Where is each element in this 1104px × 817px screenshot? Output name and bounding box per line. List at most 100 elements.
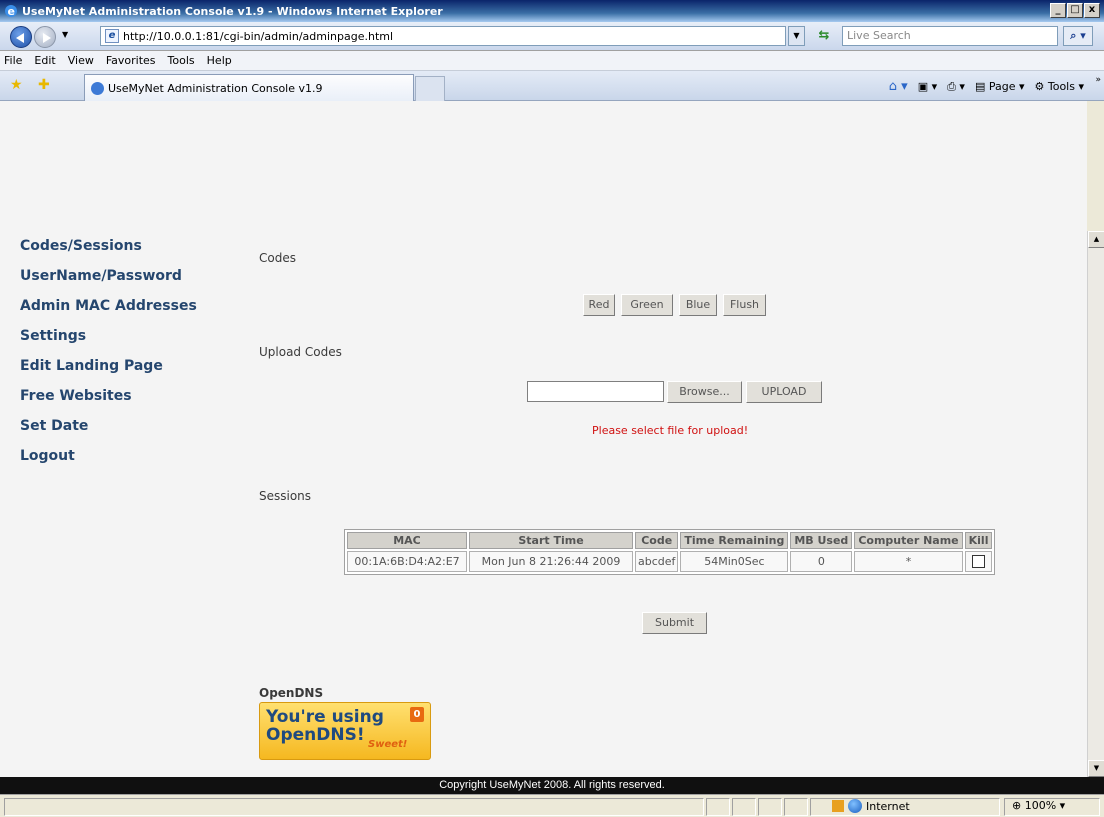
minimize-button[interactable]: _ bbox=[1050, 3, 1066, 18]
page-icon: e bbox=[105, 29, 119, 43]
chevron-more-icon[interactable]: » bbox=[1095, 75, 1101, 85]
upload-codes-title: Upload Codes bbox=[259, 345, 342, 359]
opendns-badge-line2: OpenDNS! bbox=[266, 725, 365, 745]
page-footer: Copyright UseMyNet 2008. All rights rese… bbox=[0, 777, 1104, 794]
page-content bbox=[0, 101, 1087, 777]
favorites-star-icon[interactable]: ★ bbox=[10, 77, 23, 93]
column-header-time-remaining: Time Remaining bbox=[680, 532, 789, 549]
feeds-icon[interactable]: ▣ ▾ bbox=[918, 80, 937, 93]
address-toolbar: ▼ e http://10.0.0.1:81/cgi-bin/admin/adm… bbox=[0, 22, 1104, 51]
forward-arrow-icon bbox=[43, 33, 51, 43]
cell-code: abcdef bbox=[635, 551, 679, 572]
menu-bar: File Edit View Favorites Tools Help bbox=[0, 51, 1104, 71]
recent-pages-dropdown-icon[interactable]: ▼ bbox=[62, 30, 68, 39]
menu-edit[interactable]: Edit bbox=[28, 54, 61, 67]
search-input[interactable]: Live Search bbox=[842, 26, 1058, 46]
window-title: UseMyNet Administration Console v1.9 - W… bbox=[22, 4, 443, 18]
svg-text:e: e bbox=[8, 5, 15, 18]
tab-ie-icon bbox=[91, 81, 104, 95]
sessions-table: MAC Start Time Code Time Remaining MB Us… bbox=[344, 529, 996, 575]
red-button[interactable]: Red bbox=[583, 294, 615, 316]
address-dropdown-button[interactable]: ▼ bbox=[788, 26, 805, 46]
upload-message: Please select file for upload! bbox=[592, 424, 749, 437]
status-text-panel bbox=[4, 798, 704, 816]
submit-button[interactable]: Submit bbox=[642, 612, 707, 634]
internet-globe-icon bbox=[848, 799, 862, 813]
column-header-start-time: Start Time bbox=[469, 532, 633, 549]
zone-label: Internet bbox=[866, 799, 910, 813]
kill-checkbox[interactable] bbox=[972, 555, 986, 569]
cell-mb-used: 0 bbox=[790, 551, 853, 572]
address-field[interactable]: e http://10.0.0.1:81/cgi-bin/admin/admin… bbox=[100, 26, 786, 46]
security-zone: Internet bbox=[832, 799, 910, 813]
ie-logo-icon: e bbox=[5, 5, 17, 18]
tools-menu[interactable]: ⚙ Tools ▾ bbox=[1035, 80, 1085, 93]
scroll-up-icon[interactable]: ▲ bbox=[1088, 231, 1104, 248]
sidebar-item-admin-mac-addresses[interactable]: Admin MAC Addresses bbox=[20, 298, 197, 314]
window-title-bar: e UseMyNet Administration Console v1.9 -… bbox=[0, 0, 1104, 22]
back-button[interactable] bbox=[10, 26, 32, 48]
column-header-computer-name: Computer Name bbox=[854, 532, 963, 549]
sidebar-item-codes-sessions[interactable]: Codes/Sessions bbox=[20, 238, 142, 254]
menu-help[interactable]: Help bbox=[201, 54, 238, 67]
forward-button[interactable] bbox=[34, 26, 56, 48]
maximize-button[interactable]: □ bbox=[1067, 3, 1083, 18]
tools-menu-label: Tools bbox=[1047, 80, 1075, 93]
opendns-title: OpenDNS bbox=[259, 686, 324, 700]
print-icon[interactable]: ⎙ ▾ bbox=[947, 80, 965, 94]
blue-button[interactable]: Blue bbox=[679, 294, 717, 316]
sidebar-item-logout[interactable]: Logout bbox=[20, 448, 75, 464]
tab-active[interactable]: UseMyNet Administration Console v1.9 bbox=[84, 74, 414, 101]
table-row: 00:1A:6B:D4:A2:E7 Mon Jun 8 21:26:44 200… bbox=[347, 551, 993, 572]
opendns-count-badge: 0 bbox=[410, 707, 424, 722]
zoom-level: 100% bbox=[1024, 799, 1057, 812]
upload-file-input[interactable] bbox=[527, 381, 664, 402]
flush-button[interactable]: Flush bbox=[723, 294, 766, 316]
menu-view[interactable]: View bbox=[62, 54, 100, 67]
address-url: http://10.0.0.1:81/cgi-bin/admin/adminpa… bbox=[123, 29, 394, 43]
close-button[interactable]: x bbox=[1084, 3, 1100, 18]
refresh-icon[interactable]: ⇆ bbox=[813, 26, 835, 46]
menu-favorites[interactable]: Favorites bbox=[100, 54, 162, 67]
sidebar-item-settings[interactable]: Settings bbox=[20, 328, 86, 344]
vertical-scrollbar[interactable]: ▲ ▼ bbox=[1087, 231, 1104, 777]
command-bar: ⌂ ▾ ▣ ▾ ⎙ ▾ ▤ Page ▾ ⚙ Tools ▾ bbox=[889, 79, 1084, 94]
search-button[interactable]: ⌕ ▾ bbox=[1063, 26, 1093, 46]
status-panel bbox=[732, 798, 756, 816]
back-arrow-icon bbox=[16, 33, 24, 43]
cell-start-time: Mon Jun 8 21:26:44 2009 bbox=[469, 551, 633, 572]
browse-button[interactable]: Browse... bbox=[667, 381, 742, 403]
menu-file[interactable]: File bbox=[0, 54, 28, 67]
zoom-control[interactable]: ⊕ 100% ▾ bbox=[1012, 799, 1065, 812]
sidebar-item-username-password[interactable]: UserName/Password bbox=[20, 268, 182, 284]
cell-computer-name: * bbox=[854, 551, 963, 572]
status-panel bbox=[758, 798, 782, 816]
page-menu-label: Page bbox=[988, 80, 1016, 93]
sidebar-item-edit-landing-page[interactable]: Edit Landing Page bbox=[20, 358, 163, 374]
scroll-down-icon[interactable]: ▼ bbox=[1088, 760, 1104, 777]
opendns-sweet-text: Sweet! bbox=[368, 739, 408, 750]
opendns-badge-line1: You're using bbox=[266, 707, 384, 727]
home-icon[interactable]: ⌂ ▾ bbox=[889, 79, 908, 94]
add-favorites-icon[interactable]: ✚ bbox=[38, 77, 50, 93]
sidebar-item-set-date[interactable]: Set Date bbox=[20, 418, 88, 434]
menu-tools[interactable]: Tools bbox=[162, 54, 201, 67]
opendns-badge[interactable]: You're using OpenDNS! 0 Sweet! bbox=[259, 702, 431, 760]
column-header-kill: Kill bbox=[964, 532, 993, 549]
tab-bar: ★ ✚ UseMyNet Administration Console v1.9… bbox=[0, 71, 1104, 101]
status-panel bbox=[706, 798, 730, 816]
cell-mac: 00:1A:6B:D4:A2:E7 bbox=[347, 551, 467, 572]
status-bar: Internet ⊕ 100% ▾ bbox=[0, 794, 1104, 817]
green-button[interactable]: Green bbox=[621, 294, 673, 316]
new-tab-button[interactable] bbox=[415, 76, 445, 101]
table-header-row: MAC Start Time Code Time Remaining MB Us… bbox=[347, 532, 993, 549]
codes-title: Codes bbox=[259, 251, 296, 265]
protected-mode-icon bbox=[832, 800, 844, 812]
column-header-mb-used: MB Used bbox=[790, 532, 853, 549]
column-header-code: Code bbox=[635, 532, 679, 549]
upload-button[interactable]: UPLOAD bbox=[746, 381, 822, 403]
page-menu[interactable]: ▤ Page ▾ bbox=[975, 80, 1025, 93]
status-panel bbox=[784, 798, 808, 816]
sessions-title: Sessions bbox=[259, 489, 312, 503]
sidebar-item-free-websites[interactable]: Free Websites bbox=[20, 388, 132, 404]
